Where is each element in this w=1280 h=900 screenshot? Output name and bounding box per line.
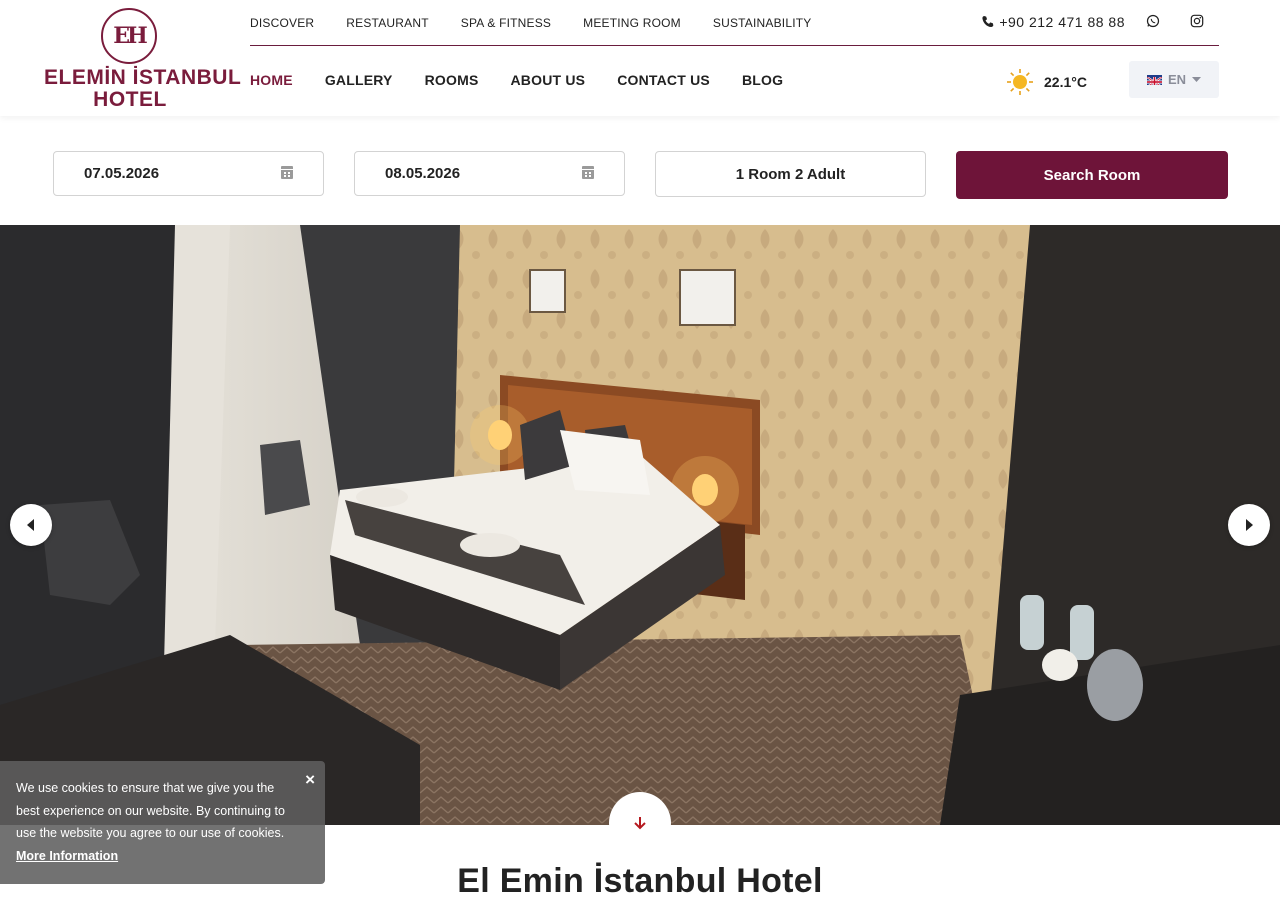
cookie-banner: We use cookies to ensure that we give yo… (0, 761, 325, 884)
logo-text-line2: HOTEL (93, 88, 167, 111)
hero-slider (0, 225, 1280, 825)
calendar-icon (281, 166, 293, 179)
guests-selector[interactable]: 1 Room 2 Adult (655, 151, 926, 197)
slider-prev-button[interactable] (10, 504, 52, 546)
calendar-icon (582, 166, 594, 179)
check-out-value: 08.05.2026 (385, 165, 461, 182)
uk-flag-icon (1146, 74, 1162, 85)
phone-link[interactable]: +90 212 471 88 88 (981, 14, 1125, 30)
topnav-meeting-room[interactable]: MEETING ROOM (583, 16, 681, 30)
main-nav: HOME GALLERY ROOMS ABOUT US CONTACT US B… (250, 72, 815, 88)
sun-icon (1007, 69, 1033, 95)
nav-contact-us[interactable]: CONTACT US (617, 72, 710, 88)
caret-down-icon (1192, 76, 1202, 82)
check-in-date-field[interactable]: 07.05.2026 (53, 151, 324, 196)
language-selector[interactable]: EN (1129, 61, 1219, 98)
arrow-down-icon (634, 817, 646, 830)
logo-mark: EH (101, 8, 157, 64)
nav-gallery[interactable]: GALLERY (325, 72, 393, 88)
phone-icon (982, 16, 994, 27)
more-information-link[interactable]: More Information (16, 849, 118, 863)
close-icon[interactable]: × (305, 769, 315, 792)
cookie-text: We use cookies to ensure that we give yo… (16, 781, 285, 840)
check-out-date-field[interactable]: 08.05.2026 (354, 151, 625, 196)
nav-blog[interactable]: BLOG (742, 72, 783, 88)
nav-rooms[interactable]: ROOMS (425, 72, 479, 88)
topnav-spa-fitness[interactable]: SPA & FITNESS (461, 16, 551, 30)
weather-widget: 22.1°C (1006, 68, 1087, 96)
topnav-restaurant[interactable]: RESTAURANT (346, 16, 428, 30)
nav-about-us[interactable]: ABOUT US (510, 72, 585, 88)
phone-number: +90 212 471 88 88 (999, 14, 1125, 30)
chevron-right-icon (1246, 519, 1253, 531)
search-room-button[interactable]: Search Room (956, 151, 1228, 199)
hotel-room-image (0, 225, 1280, 825)
language-label: EN (1167, 72, 1187, 87)
scroll-down-button[interactable] (609, 792, 671, 854)
temperature: 22.1°C (1044, 74, 1087, 90)
slider-next-button[interactable] (1228, 504, 1270, 546)
instagram-icon[interactable] (1190, 14, 1204, 31)
booking-bar: 07.05.2026 08.05.2026 1 Room 2 Adult Sea… (0, 116, 1280, 225)
header-divider (250, 45, 1219, 46)
nav-home[interactable]: HOME (250, 72, 293, 88)
top-nav: DISCOVER RESTAURANT SPA & FITNESS MEETIN… (250, 16, 843, 30)
topnav-sustainability[interactable]: SUSTAINABILITY (713, 16, 812, 30)
check-in-value: 07.05.2026 (84, 165, 160, 182)
site-header: EH ELEMİN İSTANBUL HOTEL DISCOVER RESTAU… (0, 0, 1280, 116)
hotel-logo[interactable]: EH ELEMİN İSTANBUL HOTEL (44, 8, 242, 111)
guests-value: 1 Room 2 Adult (735, 165, 846, 183)
chevron-left-icon (27, 519, 34, 531)
whatsapp-icon[interactable] (1146, 14, 1160, 31)
logo-text-line1: ELEMİN İSTANBUL (44, 66, 242, 89)
topnav-discover[interactable]: DISCOVER (250, 16, 314, 30)
